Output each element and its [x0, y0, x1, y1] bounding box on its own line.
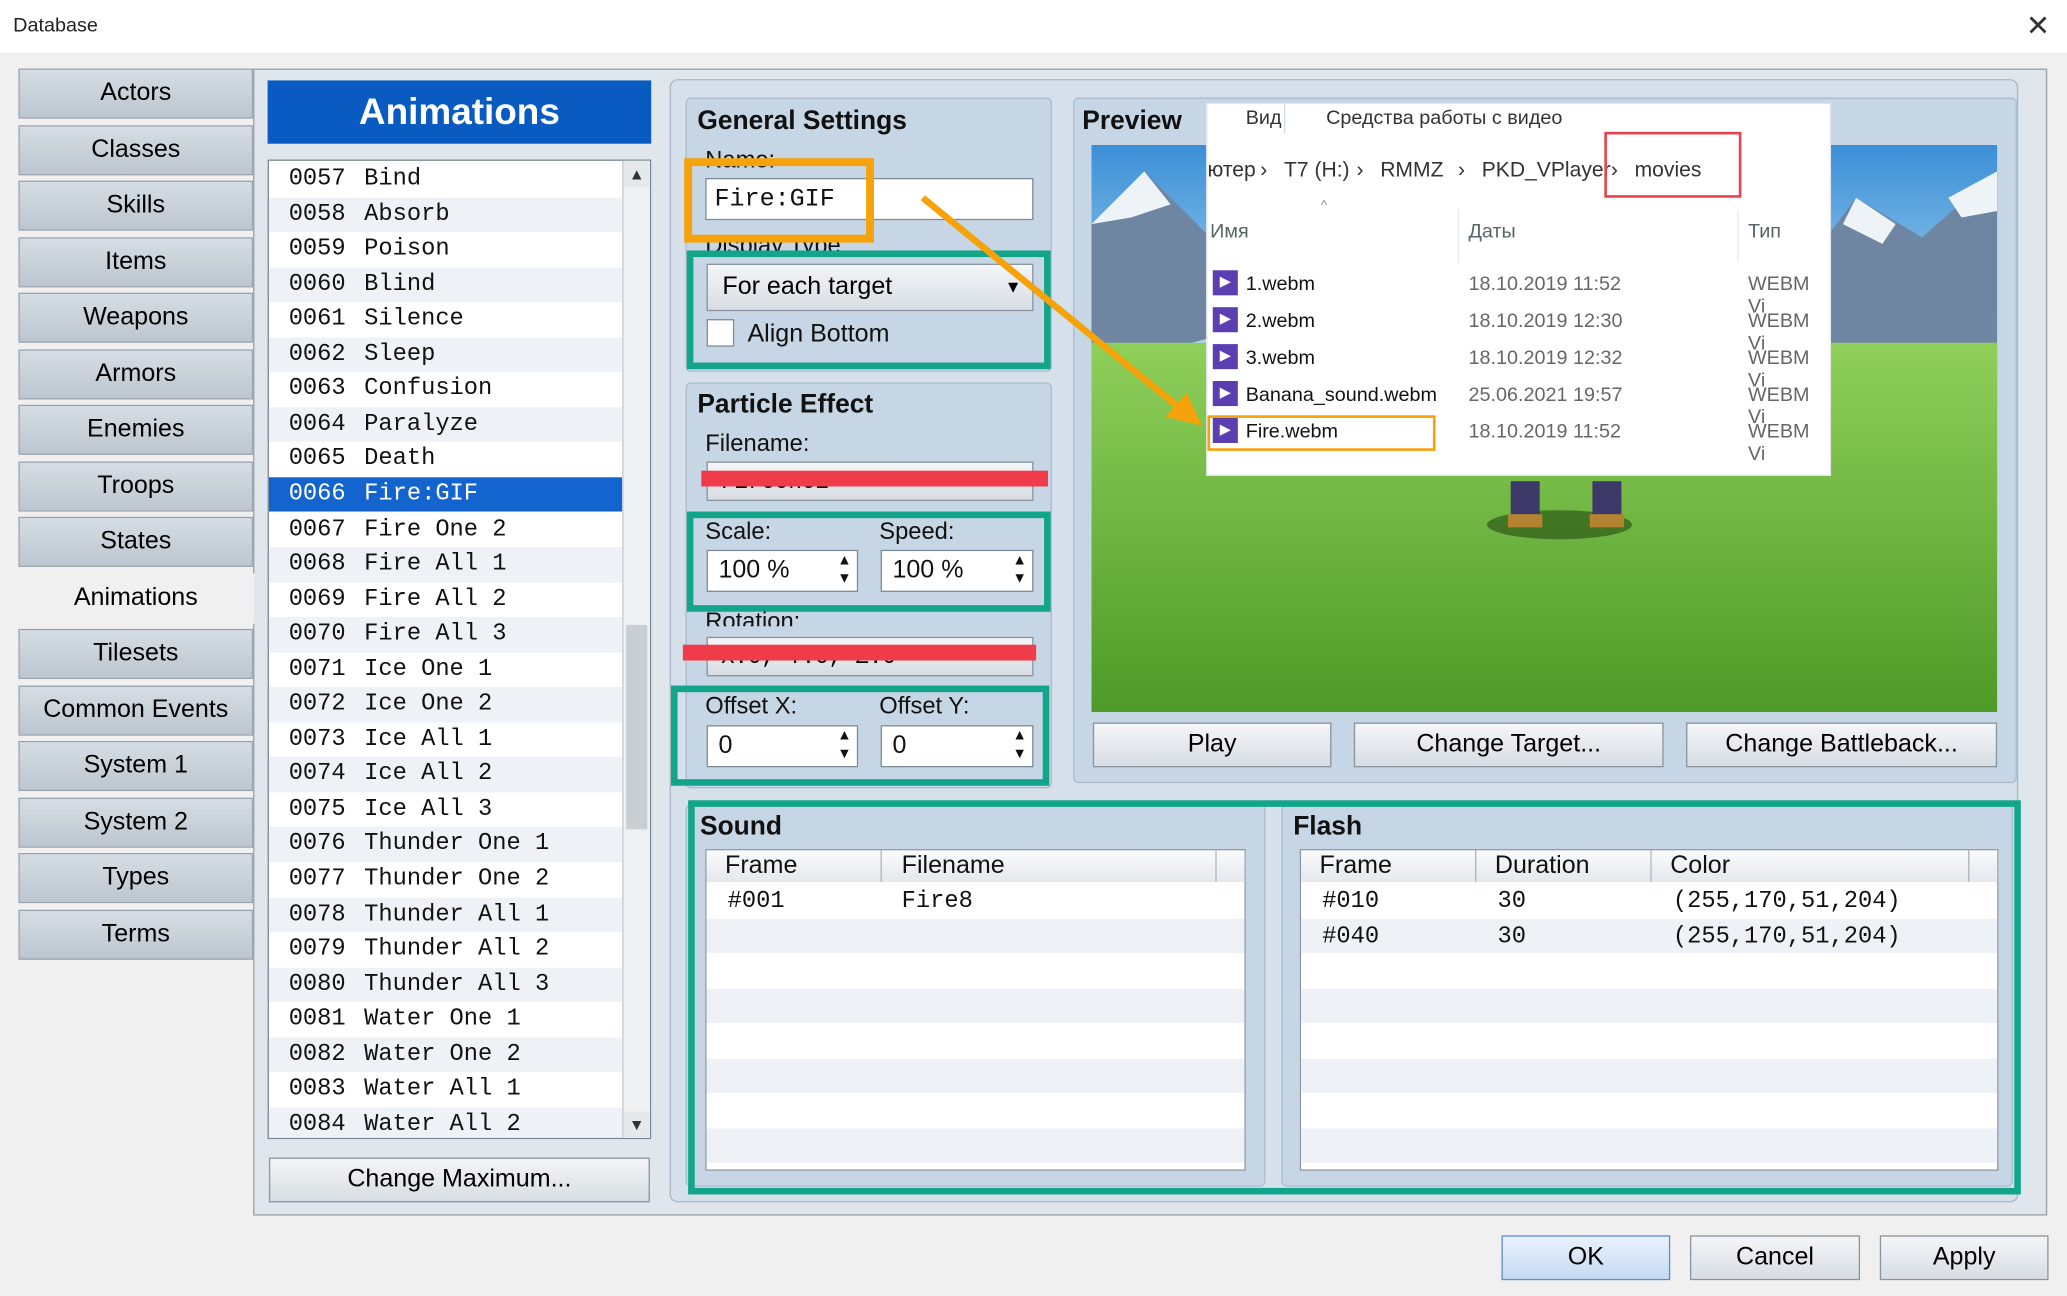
- change-battleback-button[interactable]: Change Battleback...: [1686, 722, 1998, 768]
- change-target-button[interactable]: Change Target...: [1353, 722, 1664, 768]
- database-window: Database ✕ Actors Classes Skills Items Weapo…: [0, 0, 2067, 1296]
- sound-flash-highlight: [688, 800, 2021, 1195]
- apply-button[interactable]: Apply: [1879, 1235, 2049, 1281]
- play-button[interactable]: Play: [1092, 722, 1332, 768]
- cancel-button[interactable]: Cancel: [1689, 1235, 1861, 1281]
- ok-button[interactable]: OK: [1501, 1235, 1671, 1281]
